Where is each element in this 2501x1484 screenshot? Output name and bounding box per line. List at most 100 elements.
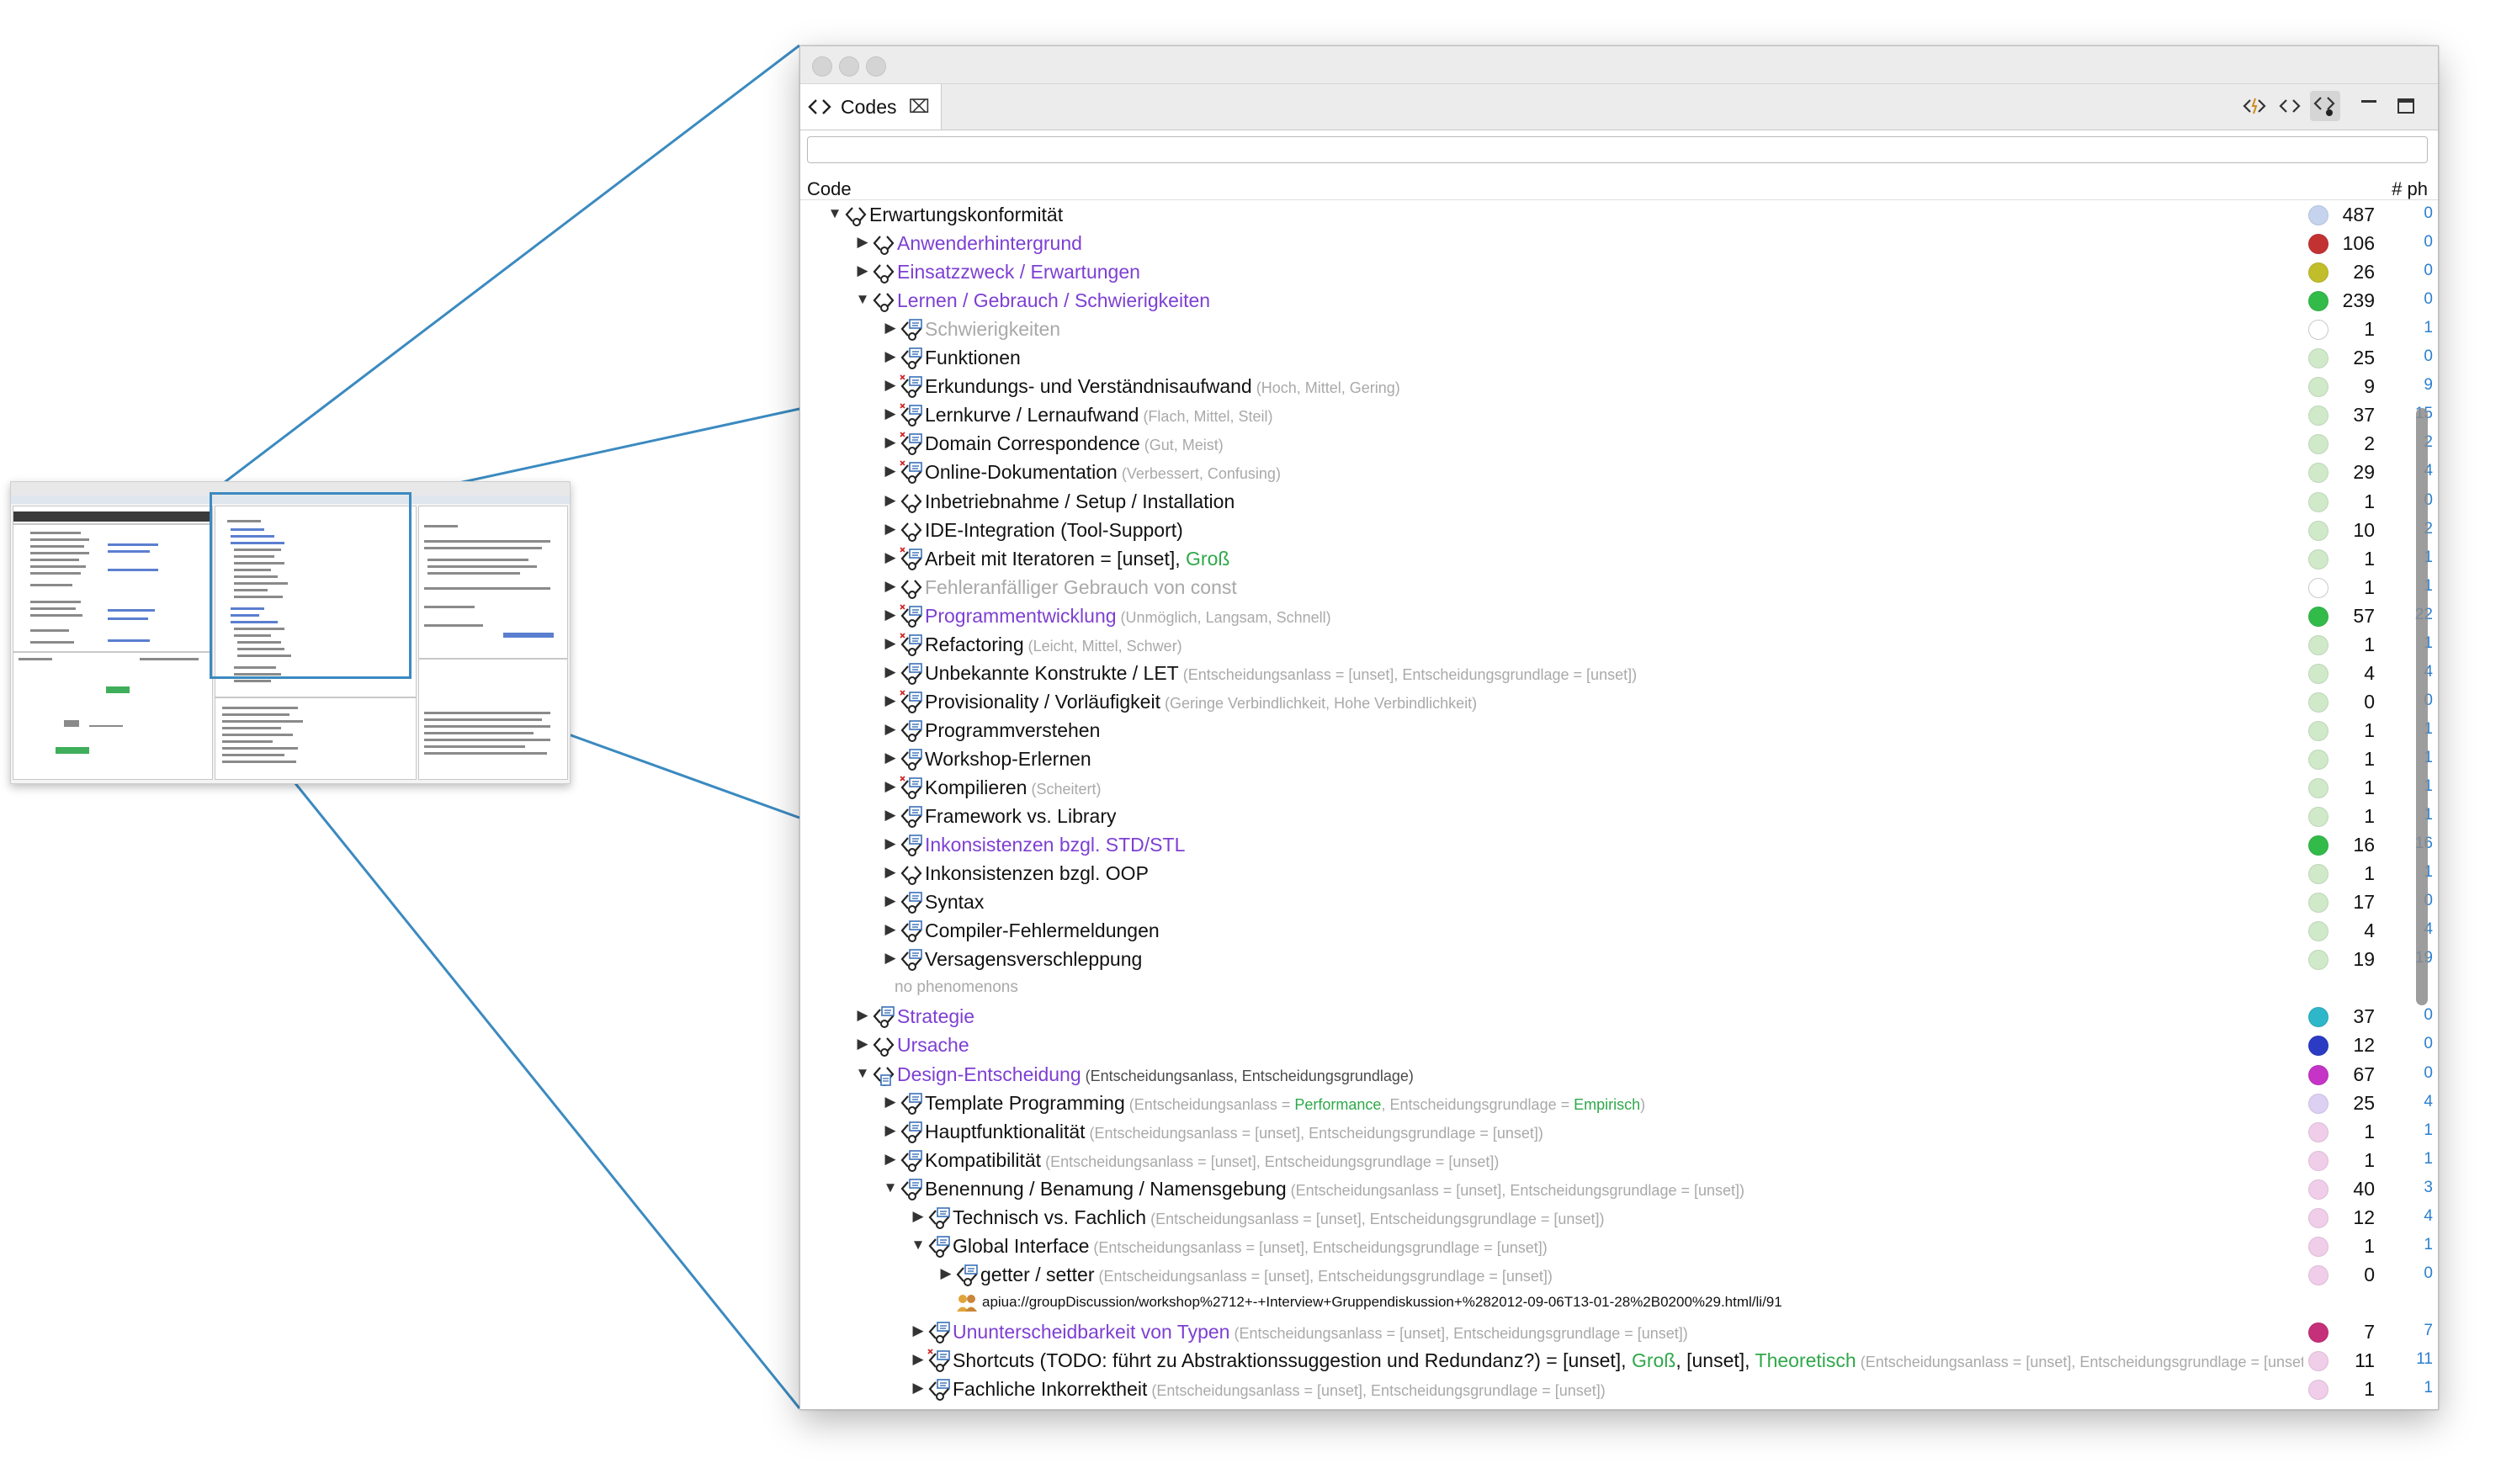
close-icon[interactable]: ⌧ <box>908 96 929 118</box>
vertical-scrollbar[interactable] <box>2416 408 2428 1005</box>
tree-row[interactable]: ▶ Shortcuts (TODO: führt zu Abstraktionss… <box>800 1346 2438 1375</box>
code-color-swatch[interactable] <box>2308 778 2328 798</box>
code-color-swatch[interactable] <box>2308 1121 2328 1142</box>
expand-arrow-icon[interactable]: ▶ <box>883 434 898 451</box>
tree-row[interactable]: ▶ Unbekannte Konstrukte / LET (Entscheidu… <box>800 659 2438 687</box>
filter-input[interactable] <box>807 136 2428 163</box>
expand-arrow-icon[interactable]: ▶ <box>883 692 898 709</box>
tree-row[interactable]: ▼ Global Interface (Entscheidungsanlass =… <box>800 1232 2438 1260</box>
code-color-swatch[interactable] <box>2308 291 2328 312</box>
tree-row[interactable]: ▶ getter / setter (Entscheidungsanlass = … <box>800 1260 2438 1289</box>
code-color-swatch[interactable] <box>2308 1064 2328 1085</box>
tree-row[interactable]: ▶ Domain Correspondence (Gut, Meist) 2 2 <box>800 429 2438 458</box>
expand-arrow-icon[interactable]: ▶ <box>883 463 898 480</box>
expand-arrow-icon[interactable]: ▶ <box>911 1351 926 1368</box>
linked-code-icon[interactable] <box>2239 91 2270 121</box>
maximize-icon[interactable] <box>2391 91 2421 121</box>
tree-row[interactable]: ▶ Lernkurve / Lernaufwand (Flach, Mittel,… <box>800 400 2438 429</box>
tree-row[interactable]: ▶ Einsatzzweck / Erwartungen 26 0 <box>800 257 2438 286</box>
tree-row[interactable]: ▶ Framework vs. Library 1 1 <box>800 802 2438 830</box>
code-color-swatch[interactable] <box>2308 893 2328 914</box>
expand-arrow-icon[interactable]: ▶ <box>855 1007 870 1024</box>
column-header-code[interactable]: Code <box>807 178 852 200</box>
tree-row[interactable]: ▶Inkonsistenzen bzgl. STD/STL1616 <box>800 830 2438 859</box>
code-color-swatch[interactable] <box>2308 549 2328 570</box>
code-color-swatch[interactable] <box>2308 520 2328 541</box>
expand-arrow-icon[interactable]: ▶ <box>883 893 898 909</box>
code-color-swatch[interactable] <box>2308 262 2328 284</box>
code-color-swatch[interactable] <box>2308 1007 2328 1028</box>
tree-row[interactable]: ▶ Syntax 17 0 <box>800 888 2438 916</box>
code-color-swatch[interactable] <box>2308 1380 2328 1401</box>
tree-row[interactable]: ▶ Funktionen 25 0 <box>800 343 2438 372</box>
expand-arrow-icon[interactable]: ▶ <box>855 234 870 251</box>
expand-arrow-icon[interactable]: ▶ <box>883 578 898 595</box>
expand-arrow-icon[interactable]: ▶ <box>855 1036 870 1052</box>
expand-arrow-icon[interactable]: ▶ <box>883 549 898 566</box>
code-color-swatch[interactable] <box>2308 205 2328 225</box>
code-color-swatch[interactable] <box>2308 405 2328 427</box>
show-code-instances-icon[interactable] <box>2310 91 2340 121</box>
tree-row[interactable]: ▶ Inkonsistenzen bzgl. OOP 1 1 <box>800 859 2438 888</box>
tree-row[interactable]: ▶ Erkundungs- und Verständnisaufwand (Hoc… <box>800 372 2438 400</box>
expand-arrow-icon[interactable]: ▶ <box>883 405 898 422</box>
code-color-swatch[interactable] <box>2308 1351 2328 1371</box>
expand-arrow-icon[interactable]: ▶ <box>883 607 898 623</box>
expand-arrow-icon[interactable]: ▶ <box>855 262 870 279</box>
tree-row[interactable]: ▶ Hauptfunktionalität (Entscheidungsanlas… <box>800 1117 2438 1146</box>
tree-row[interactable]: ▶ IDE-Integration (Tool-Support) 10 2 <box>800 516 2438 544</box>
expand-arrow-icon[interactable]: ▶ <box>883 750 898 766</box>
minimize-window-button[interactable] <box>839 56 859 77</box>
code-color-swatch[interactable] <box>2308 950 2328 971</box>
tree-row[interactable]: no phenomenons <box>800 973 2438 1002</box>
expand-arrow-icon[interactable]: ▶ <box>883 492 898 509</box>
tree-row[interactable]: ▼ Lernen / Gebrauch / Schwierigkeiten 239 0 <box>800 286 2438 315</box>
minimize-icon[interactable] <box>2354 91 2384 121</box>
code-color-swatch[interactable] <box>2308 1322 2328 1343</box>
tree-row[interactable]: ▶ Refactoring (Leicht, Mittel, Schwer) 1 1 <box>800 630 2438 659</box>
tree-row[interactable]: ▶ Ununterscheidbarkeit von Typen (Entsche… <box>800 1317 2438 1346</box>
expand-arrow-icon[interactable]: ▶ <box>883 721 898 738</box>
code-color-swatch[interactable] <box>2308 692 2328 713</box>
expand-arrow-icon[interactable]: ▶ <box>883 807 898 824</box>
tab-codes[interactable]: Codes ⌧ <box>800 84 942 130</box>
expand-arrow-icon[interactable]: ▶ <box>911 1208 926 1225</box>
tree-row[interactable]: ▶ Template Programming (Entscheidungsanla… <box>800 1089 2438 1117</box>
code-color-swatch[interactable] <box>2308 1207 2328 1228</box>
tree-row[interactable]: ▼ Design-Entscheidung (Entscheidungsanlas… <box>800 1060 2438 1089</box>
phenomenon-link[interactable]: apiua://groupDiscussion/workshop%2712+-+… <box>982 1294 1782 1311</box>
expand-arrow-icon[interactable]: ▶ <box>883 320 898 337</box>
tree-row[interactable]: ▶ Ursache 12 0 <box>800 1031 2438 1059</box>
tree-row[interactable]: ▶ Fehleranfälliger Gebrauch von const 1 1 <box>800 573 2438 602</box>
tree-row[interactable]: ▶ Anwenderhintergrund 106 0 <box>800 229 2438 257</box>
tree-row[interactable]: ▶ Schwierigkeiten 1 1 <box>800 315 2438 343</box>
code-color-swatch[interactable] <box>2308 234 2328 255</box>
expand-arrow-icon[interactable]: ▶ <box>883 664 898 681</box>
tree-row[interactable]: ▶ Provisionality / Vorläufigkeit (Geringe… <box>800 687 2438 716</box>
expand-arrow-icon[interactable]: ▶ <box>883 778 898 795</box>
code-color-swatch[interactable] <box>2308 1236 2328 1257</box>
code-color-swatch[interactable] <box>2308 921 2328 942</box>
expand-arrow-icon[interactable]: ▶ <box>911 1322 926 1339</box>
code-color-swatch[interactable] <box>2308 606 2328 627</box>
tree-row[interactable]: ▶ Arbeit mit Iteratoren = [unset], Groß 1 1 <box>800 544 2438 573</box>
collapse-arrow-icon[interactable]: ▼ <box>827 205 842 222</box>
expand-arrow-icon[interactable]: ▶ <box>883 1094 898 1110</box>
code-icon[interactable] <box>2275 91 2305 121</box>
expand-arrow-icon[interactable]: ▶ <box>883 1122 898 1139</box>
expand-arrow-icon[interactable]: ▶ <box>883 377 898 394</box>
tree-row[interactable]: ▶ Technisch vs. Fachlich (Entscheidungsan… <box>800 1203 2438 1232</box>
expand-arrow-icon[interactable]: ▶ <box>938 1265 953 1282</box>
code-color-swatch[interactable] <box>2308 1264 2328 1285</box>
collapse-arrow-icon[interactable]: ▼ <box>911 1237 926 1253</box>
code-color-swatch[interactable] <box>2308 1179 2328 1200</box>
tree-row[interactable]: ▼ Erwartungskonformität 487 0 <box>800 200 2438 229</box>
code-color-swatch[interactable] <box>2308 463 2328 484</box>
expand-arrow-icon[interactable]: ▶ <box>883 950 898 967</box>
collapse-arrow-icon[interactable]: ▼ <box>883 1179 898 1196</box>
column-header-count[interactable]: # ph <box>2392 178 2428 200</box>
code-color-swatch[interactable] <box>2308 434 2328 455</box>
expand-arrow-icon[interactable]: ▶ <box>883 835 898 852</box>
code-color-swatch[interactable] <box>2308 720 2328 741</box>
code-color-swatch[interactable] <box>2308 1150 2328 1171</box>
